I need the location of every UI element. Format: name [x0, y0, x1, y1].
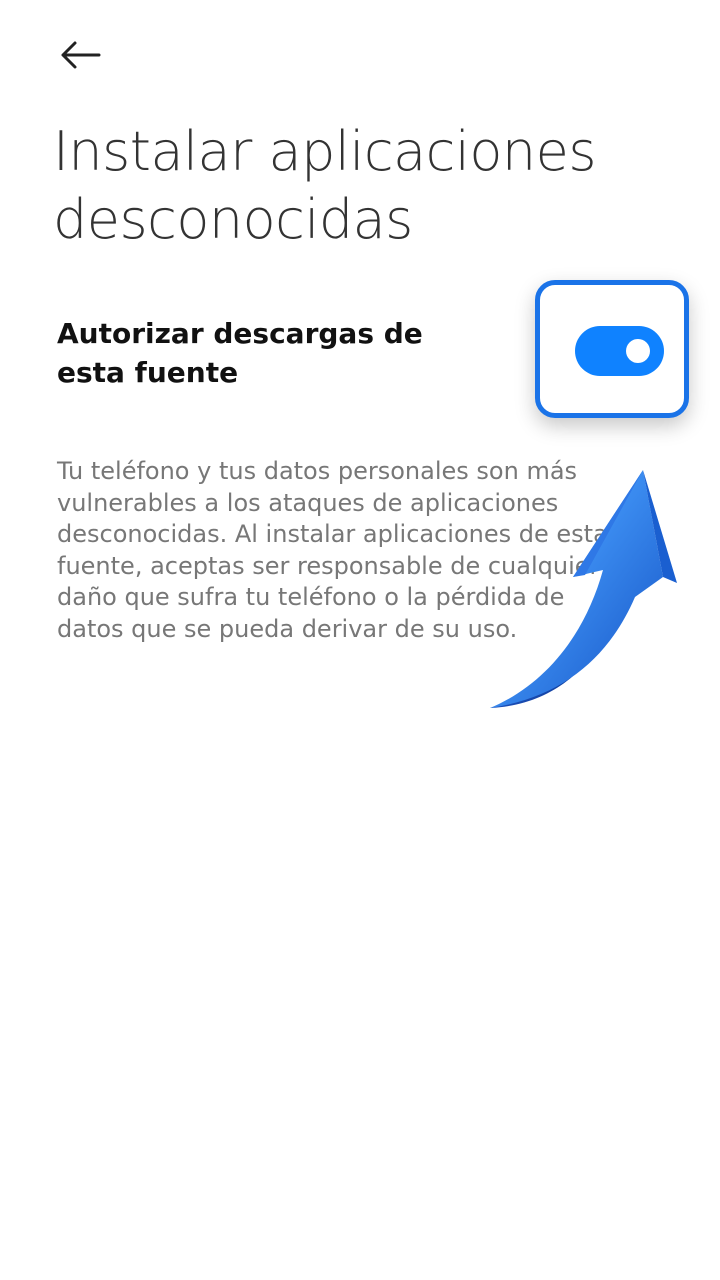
toggle-knob — [626, 339, 650, 363]
allow-source-toggle[interactable] — [575, 326, 664, 376]
page-title: Instalar aplicaciones desconocidas — [53, 120, 596, 251]
setting-label: Autorizar descargas de esta fuente — [57, 317, 423, 389]
arrow-left-icon — [58, 40, 102, 70]
settings-screen: Instalar aplicaciones desconocidas Autor… — [0, 0, 720, 1280]
back-button[interactable] — [52, 30, 108, 80]
warning-description: Tu teléfono y tus datos personales son m… — [57, 457, 608, 643]
